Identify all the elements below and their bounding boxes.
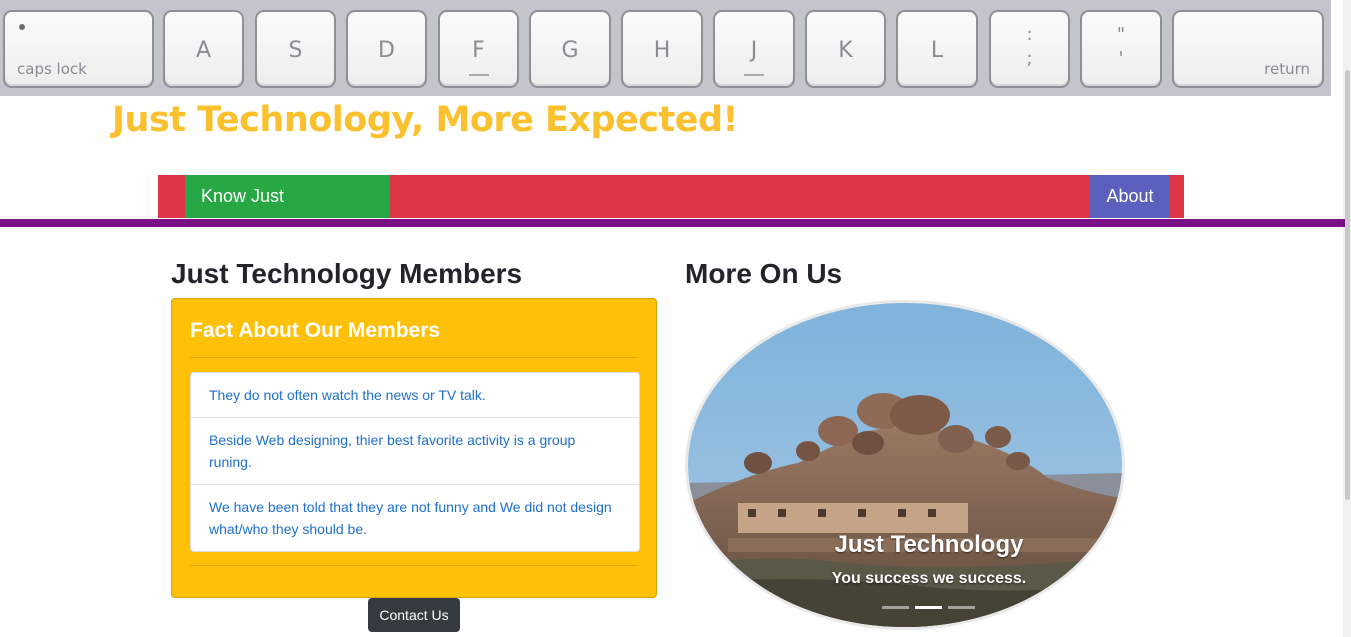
card-divider	[190, 565, 638, 566]
nav-about-button[interactable]: About	[1090, 175, 1170, 218]
members-heading: Just Technology Members	[171, 258, 523, 289]
key-label: J	[750, 38, 758, 63]
key-label: S	[288, 38, 303, 63]
key-quote: " '	[1080, 10, 1162, 88]
key-k: K	[805, 10, 886, 88]
key-return: return	[1172, 10, 1324, 88]
fact-list-item[interactable]: We have been told that they are not funn…	[191, 485, 639, 551]
key-d: D	[346, 10, 427, 88]
keyboard-banner-image: caps lock A S D F G H J K L : ; " ' retu…	[0, 0, 1331, 96]
carousel-caption-subtitle: You success we success.	[831, 570, 1027, 587]
main-navbar: Know Just Technology About	[158, 175, 1184, 249]
key-label: K	[838, 38, 853, 63]
carousel-caption-title: Just Technology	[834, 531, 1024, 558]
carousel-indicator-active[interactable]	[915, 606, 942, 609]
fact-list: They do not often watch the news or TV t…	[190, 372, 640, 552]
home-row-bump-icon	[744, 74, 764, 76]
key-label: return	[1264, 60, 1310, 78]
key-label: H	[653, 38, 671, 63]
key-label-top: :	[1026, 24, 1033, 45]
carousel-indicator[interactable]	[948, 606, 975, 609]
card-divider	[190, 357, 638, 358]
key-h: H	[621, 10, 703, 88]
site-title: Just Technology, More Expected!	[112, 100, 739, 140]
page-scrollbar[interactable]	[1343, 0, 1351, 637]
card-title: Fact About Our Members	[190, 319, 441, 342]
key-label: F	[472, 38, 485, 63]
fact-list-item[interactable]: They do not often watch the news or TV t…	[191, 373, 639, 418]
fact-list-item[interactable]: Beside Web designing, thier best favorit…	[191, 418, 639, 485]
carousel-indicator[interactable]	[882, 606, 909, 609]
key-a: A	[163, 10, 244, 88]
key-caps-lock: caps lock	[3, 10, 154, 88]
key-label: L	[930, 38, 944, 63]
key-label: A	[195, 38, 212, 63]
key-label: caps lock	[17, 60, 87, 78]
contact-us-button[interactable]: Contact Us	[368, 598, 460, 632]
key-label-bottom: '	[1118, 48, 1124, 69]
more-on-us-heading: More On Us	[685, 258, 843, 289]
key-l: L	[896, 10, 978, 88]
key-label: G	[561, 38, 579, 63]
key-label-bottom: ;	[1026, 48, 1033, 69]
image-carousel[interactable]: Just Technology You success we success.	[685, 300, 1125, 630]
scrollbar-thumb[interactable]	[1345, 70, 1350, 500]
key-j: J	[713, 10, 795, 88]
key-semicolon: : ;	[989, 10, 1070, 88]
carousel-prev-icon[interactable]	[688, 303, 702, 325]
nav-know-just-technology-button[interactable]: Know Just Technology	[185, 175, 390, 249]
caps-lock-indicator-icon	[19, 24, 25, 30]
key-f: F	[438, 10, 519, 88]
key-label-top: "	[1116, 24, 1126, 45]
key-s: S	[255, 10, 336, 88]
key-label: D	[378, 38, 395, 63]
home-row-bump-icon	[468, 74, 489, 76]
nav-divider	[0, 219, 1345, 227]
members-fact-card: Fact About Our Members They do not often…	[171, 298, 657, 598]
key-g: G	[529, 10, 611, 88]
